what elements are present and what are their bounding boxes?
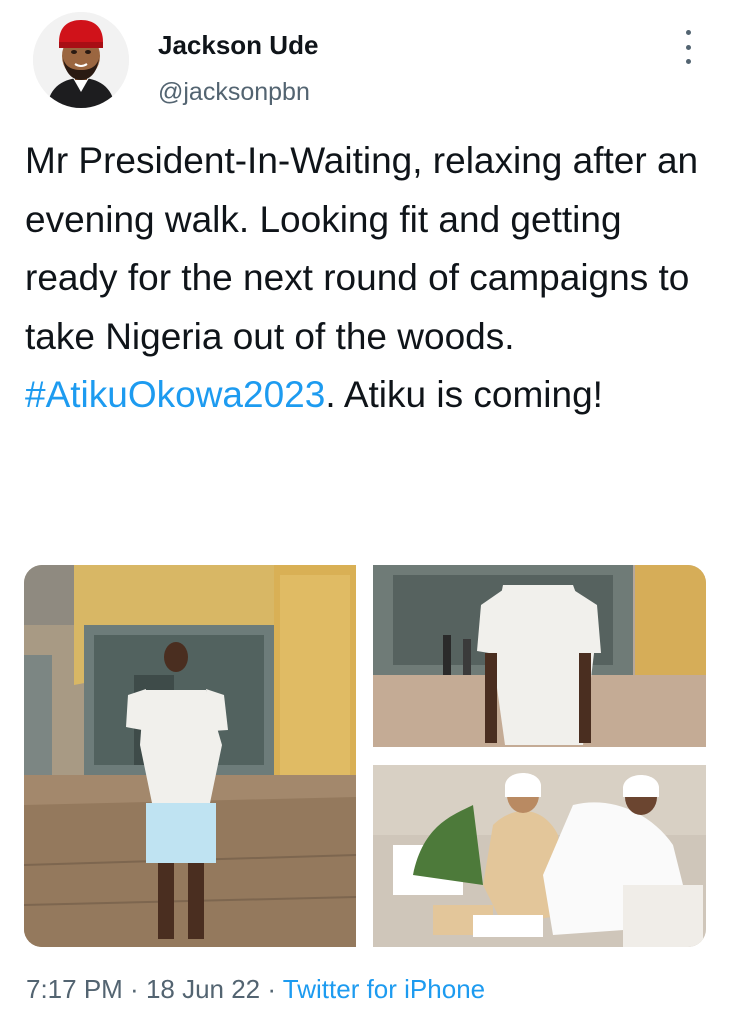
author-handle[interactable]: @jacksonpbn bbox=[158, 78, 310, 107]
tweet-body-end: . Atiku is coming! bbox=[325, 374, 603, 415]
meta-separator: · bbox=[260, 974, 283, 1004]
author-avatar[interactable] bbox=[33, 12, 129, 108]
tweet-text: Mr President-In-Waiting, relaxing after … bbox=[25, 132, 705, 425]
tweet-time[interactable]: 7:17 PM bbox=[26, 974, 123, 1004]
author-name[interactable]: Jackson Ude bbox=[158, 30, 318, 61]
media-grid bbox=[24, 565, 706, 947]
tweet-source-link[interactable]: Twitter for iPhone bbox=[283, 974, 485, 1004]
tweet-meta: 7:17 PM · 18 Jun 22 · Twitter for iPhone bbox=[26, 974, 485, 1005]
photo-closeup-man[interactable] bbox=[373, 565, 706, 747]
photo-standing-man[interactable] bbox=[24, 565, 356, 947]
meta-separator: · bbox=[122, 974, 146, 1004]
tweet-date[interactable]: 18 Jun 22 bbox=[146, 974, 260, 1004]
tweet-body: Mr President-In-Waiting, relaxing after … bbox=[25, 140, 699, 357]
vertical-ellipsis-icon[interactable] bbox=[676, 30, 700, 64]
photo-seated-men[interactable] bbox=[373, 765, 706, 947]
hashtag-link[interactable]: #AtikuOkowa2023 bbox=[25, 374, 325, 415]
